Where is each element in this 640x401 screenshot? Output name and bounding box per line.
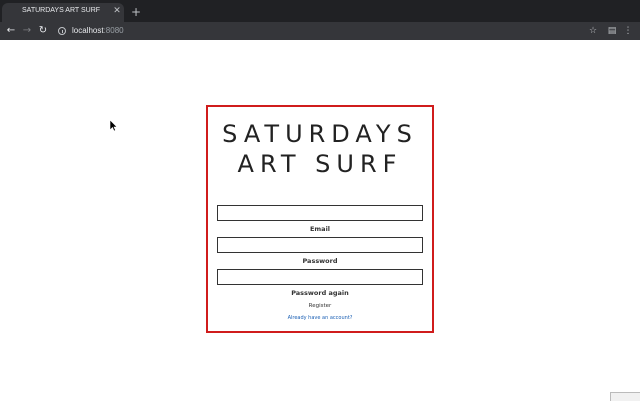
url-port: :8080 xyxy=(103,26,124,35)
address-bar[interactable]: localhost:8080 xyxy=(72,26,124,35)
back-arrow-icon[interactable]: ← xyxy=(5,22,17,40)
browser-tab-strip: SATURDAYS ART SURF ✕ + xyxy=(0,0,640,22)
forward-arrow-icon[interactable]: → xyxy=(21,22,33,40)
browser-tab[interactable]: SATURDAYS ART SURF ✕ xyxy=(2,3,124,22)
extension-icon[interactable]: ▤ xyxy=(606,22,618,40)
password-again-label: Password again xyxy=(291,289,349,297)
new-tab-button[interactable]: + xyxy=(130,5,142,19)
brand-title: SATURDAYS ART SURF xyxy=(222,120,418,178)
password-field[interactable] xyxy=(217,237,423,253)
tab-title: SATURDAYS ART SURF xyxy=(22,7,101,14)
star-icon[interactable]: ☆ xyxy=(587,22,599,40)
password-again-field[interactable] xyxy=(217,269,423,285)
reload-icon[interactable]: ↻ xyxy=(37,22,49,40)
close-tab-icon[interactable]: ✕ xyxy=(112,5,122,17)
register-card: SATURDAYS ART SURF Email Password Passwo… xyxy=(206,105,434,333)
login-link[interactable]: Already have an account? xyxy=(208,315,432,321)
email-label: Email xyxy=(309,225,331,233)
register-button[interactable]: Register xyxy=(208,303,432,309)
kebab-menu-icon[interactable]: ⋮ xyxy=(622,22,634,40)
url-host: localhost xyxy=(72,26,104,35)
site-info-icon[interactable] xyxy=(58,27,66,35)
password-label: Password xyxy=(302,257,338,265)
browser-toolbar: ← → ↻ localhost:8080 ☆ ▤ ⋮ xyxy=(0,22,640,40)
email-field[interactable] xyxy=(217,205,423,221)
